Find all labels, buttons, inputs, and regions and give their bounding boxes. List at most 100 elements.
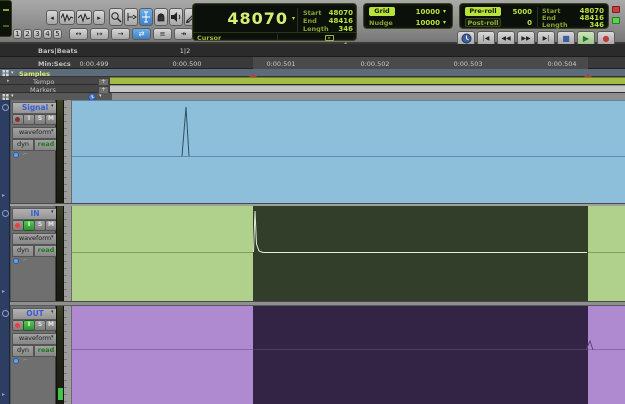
zoomer-tool-button[interactable]	[109, 8, 123, 26]
view-dropdown-icon[interactable]: ▾	[51, 334, 54, 340]
zero-line	[72, 252, 253, 253]
waveform-zoom-icon	[78, 13, 90, 23]
dyn-button[interactable]: dyn	[12, 139, 34, 151]
zoom-out-button[interactable]: ◂	[46, 10, 58, 25]
automation-mode-button[interactable]: read	[34, 345, 58, 357]
view-dropdown-icon[interactable]: ▾	[51, 234, 54, 240]
playlist-selector-icon[interactable]: ▾	[51, 309, 54, 315]
ruler-selection-highlight	[253, 57, 588, 69]
grid-mode-button[interactable]: Grid	[369, 7, 395, 16]
freeze-icon[interactable]	[13, 152, 19, 158]
grid-indicator-icon[interactable]: ▸	[325, 35, 334, 41]
freeze-icon[interactable]	[13, 258, 19, 264]
zero-line	[588, 252, 625, 253]
sel-start-value[interactable]: 48070	[325, 9, 353, 17]
trim-icon	[125, 11, 137, 23]
track-expand-icon[interactable]: ▸	[2, 193, 5, 199]
zoom-in-button[interactable]: ▸	[93, 10, 105, 25]
track-lane-signal[interactable]	[72, 100, 625, 203]
zoom-preset-1[interactable]: 1	[13, 29, 22, 39]
track-dot-icon[interactable]	[2, 104, 9, 111]
grid-value-dropdown-icon[interactable]: ▾	[443, 8, 446, 15]
playlist-selector-icon[interactable]: ▾	[51, 209, 54, 215]
insertion-follows-playback-button[interactable]: ⇄	[132, 28, 151, 40]
bars-beats-ruler[interactable]: Bars|Beats 1|2	[0, 44, 625, 57]
zoom-preset-5[interactable]: 5	[53, 29, 62, 39]
track-lane-in[interactable]	[72, 206, 625, 301]
grabber-tool-button[interactable]	[154, 8, 168, 26]
preroll-value[interactable]: 5000	[504, 8, 532, 16]
sel-end-label: End	[303, 17, 317, 25]
track-meter-out	[56, 306, 64, 404]
automation-mode-button[interactable]: read	[34, 245, 58, 257]
scrubber-tool-button[interactable]	[169, 8, 183, 26]
vertical-zoom-button[interactable]	[59, 10, 75, 25]
track-meter-signal	[56, 100, 64, 203]
sel-end-value[interactable]: 48416	[325, 17, 353, 25]
led-edge-mark	[3, 9, 9, 11]
postroll-value[interactable]: 0	[504, 19, 532, 27]
tempo-expander-icon[interactable]: ▸	[7, 78, 10, 84]
view-dropdown-icon[interactable]: ▾	[51, 128, 54, 134]
zoom-preset-2[interactable]: 2	[23, 29, 32, 39]
trim-tool-button[interactable]	[124, 8, 138, 26]
nudge-label: Nudge	[369, 19, 393, 27]
elastic-audio-icon: ⌐	[23, 257, 28, 264]
cursor-strip-divider	[277, 34, 278, 40]
nudge-value[interactable]: 10000	[404, 19, 440, 27]
linearity-dropdown-icon[interactable]: ▾	[99, 93, 102, 99]
postroll-button[interactable]: Post-roll	[465, 18, 501, 27]
horizontal-zoom-button[interactable]	[76, 10, 92, 25]
record-indicator-led	[612, 6, 620, 13]
link-timeline-edit-button[interactable]: ↦	[90, 28, 109, 40]
time-tick: 0:00.504	[542, 60, 582, 68]
automation-follows-edit-button[interactable]: ≡	[153, 28, 172, 40]
zoom-preset-3[interactable]: 3	[33, 29, 42, 39]
min-secs-ruler[interactable]: Min:Secs 0:00.499 0:00.500 0:00.501 0:00…	[0, 57, 625, 69]
counter-dropdown-icon[interactable]: ▾	[292, 15, 295, 22]
time-tick: 0:00.501	[261, 60, 301, 68]
tempo-lane[interactable]	[110, 77, 625, 84]
tr-length-value[interactable]: 346	[576, 21, 604, 29]
dyn-button[interactable]: dyn	[12, 345, 34, 357]
meter-level-green	[58, 388, 63, 400]
out-spike-waveform	[584, 339, 598, 351]
track-header-signal[interactable]: Signal ▾ I S M waveform ▾ dyn read ⌐	[10, 100, 56, 203]
markers-ruler[interactable]: Markers +	[0, 85, 625, 93]
track-dot-icon[interactable]	[2, 310, 9, 317]
zero-line	[72, 349, 253, 350]
main-counter-value[interactable]: 48070	[203, 9, 288, 28]
nudge-value-dropdown-icon[interactable]: ▾	[443, 19, 446, 26]
samples-dropdown-icon[interactable]: ▾	[11, 70, 14, 76]
record-dot-icon	[15, 323, 20, 328]
selector-tool-button[interactable]	[139, 8, 153, 26]
zoom-preset-4[interactable]: 4	[43, 29, 52, 39]
track-expand-icon[interactable]: ▸	[2, 392, 5, 398]
automation-mode-button[interactable]: read	[34, 139, 58, 151]
tempo-ruler[interactable]: ▸ Tempo +	[0, 77, 625, 85]
track-header-out[interactable]: OUT ▾ I S M waveform ▾ dyn read ⌐	[10, 306, 56, 404]
samples-ruler[interactable]: ▾ Samples	[0, 69, 625, 77]
freeze-icon[interactable]	[13, 358, 19, 364]
grid-value[interactable]: 10000	[404, 8, 440, 16]
waveform-zoom-icon	[61, 13, 73, 23]
edit-view-dropdown-icon[interactable]: ▾	[11, 93, 14, 99]
edit-selection-region	[253, 306, 588, 404]
track-expand-icon[interactable]: ▸	[2, 289, 5, 295]
track-dot-icon[interactable]	[2, 210, 9, 217]
time-tick: 0:00.500	[167, 60, 207, 68]
ruler-view-grid-icon[interactable]	[2, 70, 10, 77]
preroll-button[interactable]: Pre-roll	[465, 7, 501, 16]
track-lane-out[interactable]	[72, 306, 625, 404]
transport-panel: Pre-roll 5000 Post-roll 0 Start End Leng…	[459, 3, 609, 29]
main-counter-panel: 48070 ▾ Start End Length 48070 48416 346…	[192, 3, 357, 41]
link-track-edit-button[interactable]: →	[111, 28, 130, 40]
tab-to-transient-button[interactable]: ↔	[69, 28, 88, 40]
dyn-button[interactable]: dyn	[12, 245, 34, 257]
zero-line-dark	[253, 349, 588, 350]
elastic-audio-icon: ⌐	[23, 151, 28, 158]
playlist-selector-icon[interactable]: ▾	[51, 103, 54, 109]
markers-lane[interactable]	[110, 85, 625, 92]
mirrored-midi-button[interactable]: ↠	[174, 28, 193, 40]
track-header-in[interactable]: IN ▾ I S M waveform ▾ dyn read ⌐	[10, 206, 56, 301]
